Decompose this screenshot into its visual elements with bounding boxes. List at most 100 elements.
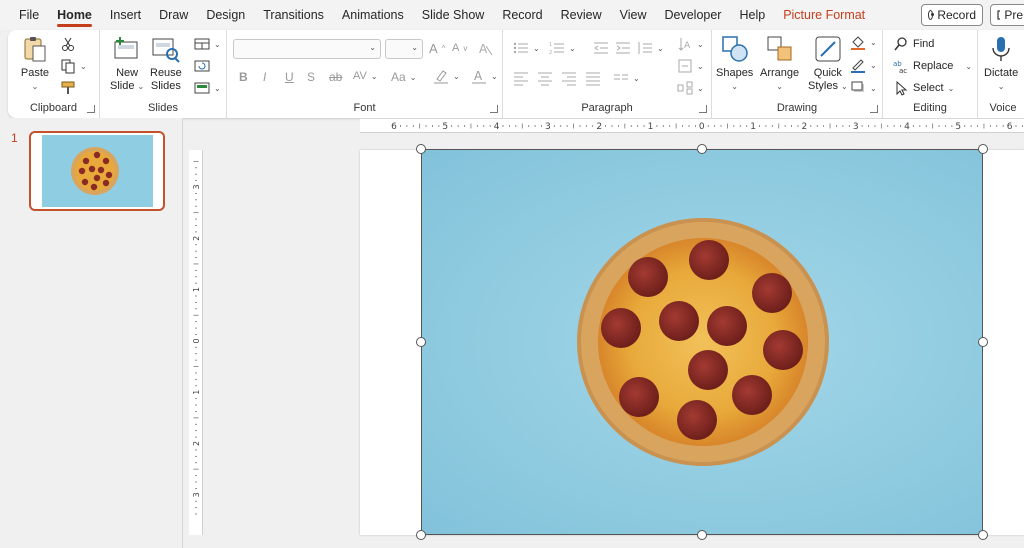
chevron-down-icon: ⌄: [569, 43, 576, 53]
align-left-icon: [514, 72, 528, 86]
resize-handle-bottom-left[interactable]: [416, 530, 426, 540]
slide-thumbnail[interactable]: [29, 131, 165, 211]
microphone-icon: [992, 37, 1010, 61]
paragraph-launcher-icon[interactable]: [699, 105, 707, 113]
text-direction-button[interactable]: A ⌄: [677, 36, 704, 52]
record-button-label: Record: [937, 8, 976, 22]
tab-draw[interactable]: Draw: [150, 0, 197, 30]
reuse-slides-button[interactable]: Reuse Slides: [150, 34, 182, 93]
ruler-label: 3: [853, 122, 859, 132]
columns-button[interactable]: ⌄: [613, 70, 640, 86]
chevron-down-icon: ⌄: [870, 60, 877, 70]
resize-handle-bottom[interactable]: [697, 530, 707, 540]
tab-animations[interactable]: Animations: [333, 0, 413, 30]
cut-button[interactable]: [60, 36, 76, 52]
resize-handle-top-right[interactable]: [978, 144, 988, 154]
pizza-picture[interactable]: [421, 149, 983, 535]
ruler-label: 3: [192, 492, 201, 497]
reset-button[interactable]: [194, 58, 210, 74]
smartart-button[interactable]: ⌄: [677, 80, 704, 96]
format-painter-button[interactable]: [60, 80, 76, 96]
copy-button[interactable]: ⌄: [60, 58, 87, 74]
new-slide-button[interactable]: New Slide ⌄: [110, 34, 144, 93]
editing-group: Find ab ac Replace ⌄ Select ⌄ Editing: [883, 30, 978, 118]
chevron-down-icon: ⌄: [491, 71, 498, 81]
increase-indent-button[interactable]: [615, 40, 631, 56]
align-center-button[interactable]: [537, 70, 553, 86]
arrange-button[interactable]: Arrange ⌄: [760, 34, 799, 93]
line-spacing-button[interactable]: ⌄: [637, 40, 664, 56]
strikethrough-button[interactable]: ab: [329, 70, 342, 84]
present-button[interactable]: Pre: [990, 4, 1024, 26]
replace-button[interactable]: ab ac Replace ⌄: [893, 58, 972, 74]
align-right-button[interactable]: [561, 70, 577, 86]
tab-transitions[interactable]: Transitions: [254, 0, 333, 30]
tab-record[interactable]: Record: [493, 0, 551, 30]
shape-effects-button[interactable]: ⌄: [850, 80, 877, 96]
tab-review[interactable]: Review: [552, 0, 611, 30]
shape-outline-button[interactable]: ⌄: [850, 57, 877, 73]
tab-help[interactable]: Help: [730, 0, 774, 30]
chevron-down-icon: ⌄: [731, 82, 738, 91]
present-icon: [997, 9, 1001, 20]
vertical-ruler[interactable]: 3 2 1 0 1 2 3: [189, 150, 203, 535]
resize-handle-right[interactable]: [978, 337, 988, 347]
shrink-font-button[interactable]: Av: [452, 42, 467, 54]
tab-view[interactable]: View: [611, 0, 656, 30]
bold-button[interactable]: B: [239, 70, 248, 84]
shape-fill-button[interactable]: ⌄: [850, 34, 877, 50]
resize-handle-top-left[interactable]: [416, 144, 426, 154]
reuse-slides-label-1: Reuse: [150, 67, 182, 79]
highlight-button[interactable]: ⌄: [433, 68, 460, 84]
tab-picture-format[interactable]: Picture Format: [774, 0, 874, 30]
align-text-button[interactable]: ⌄: [677, 58, 704, 74]
record-button[interactable]: Record: [921, 4, 983, 26]
editing-group-label: Editing: [913, 102, 947, 114]
format-painter-icon: [61, 81, 75, 94]
font-launcher-icon[interactable]: [490, 105, 498, 113]
find-button[interactable]: Find: [893, 36, 934, 52]
drawing-launcher-icon[interactable]: [870, 105, 878, 113]
font-color-button[interactable]: A ⌄: [471, 68, 498, 84]
font-size-combobox[interactable]: ⌄: [385, 39, 423, 59]
chevron-down-icon: ⌄: [369, 43, 376, 52]
clear-formatting-button[interactable]: A: [477, 40, 493, 56]
chevron-down-icon: ⌄: [947, 83, 955, 93]
tab-insert[interactable]: Insert: [101, 0, 150, 30]
tab-file[interactable]: File: [10, 0, 48, 30]
chevron-down-icon: ⌄: [870, 83, 877, 93]
pen-outline-icon: [851, 59, 865, 73]
resize-handle-left[interactable]: [416, 337, 426, 347]
section-button[interactable]: ⌄: [194, 80, 221, 96]
shadow-button[interactable]: S: [307, 70, 315, 84]
clipboard-launcher-icon[interactable]: [87, 105, 95, 113]
paste-button[interactable]: Paste ⌄: [20, 34, 50, 93]
bullets-button[interactable]: ⌄: [513, 40, 540, 56]
resize-handle-top[interactable]: [697, 144, 707, 154]
change-case-button[interactable]: Aa ⌄: [391, 70, 416, 84]
character-spacing-button[interactable]: AV ⌄: [353, 70, 378, 82]
numbering-button[interactable]: 12 ⌄: [549, 40, 576, 56]
justify-button[interactable]: [585, 70, 601, 86]
svg-text:A: A: [684, 41, 691, 51]
tab-developer[interactable]: Developer: [655, 0, 730, 30]
italic-button[interactable]: I: [263, 70, 266, 84]
resize-handle-bottom-right[interactable]: [978, 530, 988, 540]
quick-styles-button[interactable]: Quick Styles ⌄: [808, 34, 848, 93]
underline-button[interactable]: U: [285, 70, 294, 84]
grow-font-button[interactable]: A ^: [429, 41, 445, 56]
tab-slide-show[interactable]: Slide Show: [413, 0, 494, 30]
dictate-button[interactable]: Dictate ⌄: [984, 34, 1018, 93]
decrease-indent-button[interactable]: [593, 40, 609, 56]
align-left-button[interactable]: [513, 70, 529, 86]
layout-button[interactable]: ⌄: [194, 36, 221, 52]
chevron-down-icon: ⌄: [411, 43, 418, 52]
select-button[interactable]: Select ⌄: [893, 80, 954, 96]
tab-home[interactable]: Home: [48, 0, 101, 30]
tab-design[interactable]: Design: [197, 0, 254, 30]
horizontal-ruler[interactable]: 6 5 4 3 2 1 0 1 2 3 4 5 6: [360, 119, 1024, 133]
font-name-combobox[interactable]: ⌄: [233, 39, 381, 59]
ruler-label: 1: [750, 122, 756, 132]
ruler-label: 2: [596, 122, 602, 132]
shapes-button[interactable]: Shapes ⌄: [716, 34, 753, 93]
